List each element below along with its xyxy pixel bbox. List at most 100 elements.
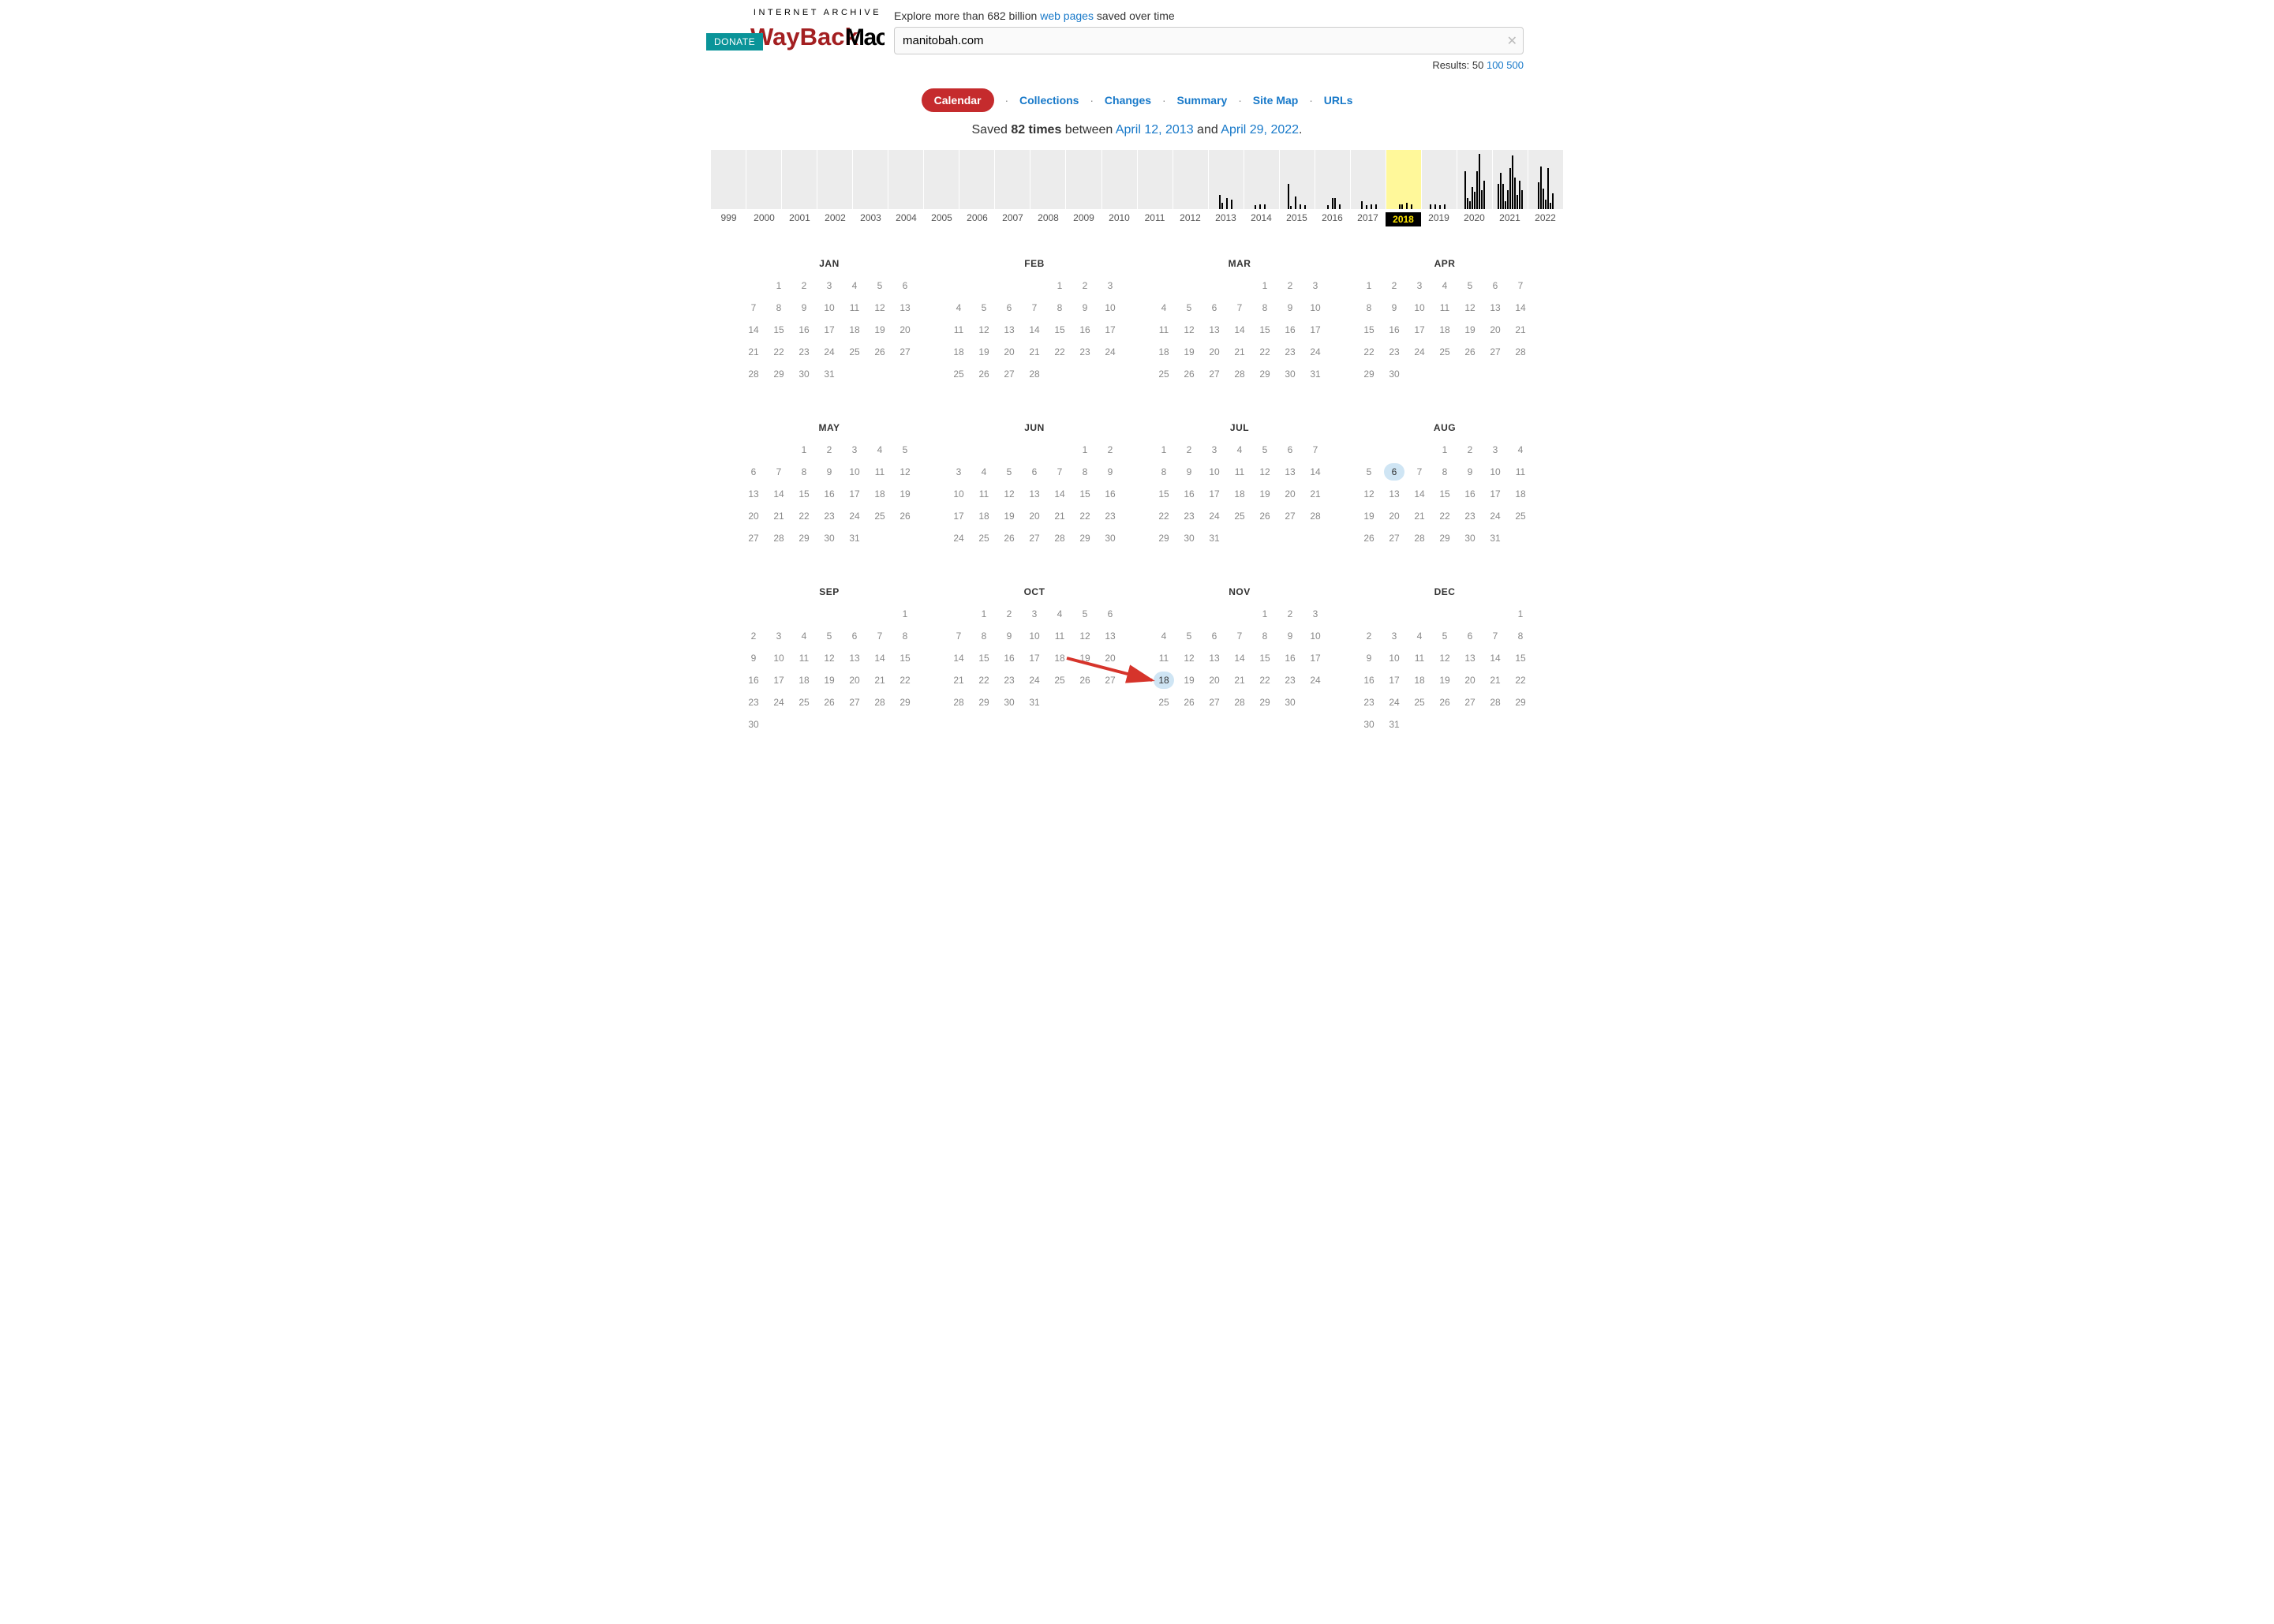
year-999[interactable] <box>711 150 746 209</box>
year-2018[interactable] <box>1386 150 1422 209</box>
day-jun-11: 11 <box>974 485 994 503</box>
year-label-2014[interactable]: 2014 <box>1244 212 1279 226</box>
year-2020[interactable] <box>1457 150 1493 209</box>
year-2003[interactable] <box>853 150 888 209</box>
year-label-2007[interactable]: 2007 <box>995 212 1030 226</box>
day-jun-17: 17 <box>948 507 969 525</box>
year-label-2016[interactable]: 2016 <box>1315 212 1350 226</box>
day-oct-10: 10 <box>1024 627 1045 645</box>
results-100-link[interactable]: 100 <box>1487 59 1504 71</box>
year-2021[interactable] <box>1493 150 1528 209</box>
year-sparkline[interactable] <box>711 150 1563 209</box>
day-may-12: 12 <box>895 463 915 481</box>
month-jul: JUL1234567891011121314151617181920212223… <box>1153 422 1326 547</box>
year-label-2006[interactable]: 2006 <box>959 212 995 226</box>
year-2000[interactable] <box>746 150 782 209</box>
wayback-logo[interactable]: INTERNET ARCHIVE WayBack Machine <box>750 8 885 54</box>
year-label-2002[interactable]: 2002 <box>817 212 853 226</box>
day-apr-12: 12 <box>1460 299 1480 316</box>
year-label-2019[interactable]: 2019 <box>1421 212 1457 226</box>
day-nov-8: 8 <box>1255 627 1275 645</box>
year-2001[interactable] <box>782 150 817 209</box>
year-label-2005[interactable]: 2005 <box>924 212 959 226</box>
year-2007[interactable] <box>995 150 1030 209</box>
year-label-2004[interactable]: 2004 <box>888 212 924 226</box>
year-label-2003[interactable]: 2003 <box>853 212 888 226</box>
year-2006[interactable] <box>959 150 995 209</box>
year-label-2000[interactable]: 2000 <box>746 212 782 226</box>
year-2015[interactable] <box>1280 150 1315 209</box>
day-feb-3: 3 <box>1100 277 1120 294</box>
year-2019[interactable] <box>1422 150 1457 209</box>
year-2002[interactable] <box>817 150 853 209</box>
tab-calendar[interactable]: Calendar <box>922 88 994 112</box>
year-2011[interactable] <box>1138 150 1173 209</box>
tab-collections[interactable]: Collections <box>1019 94 1079 107</box>
day-sep-11: 11 <box>794 649 814 667</box>
day-dec-6: 6 <box>1460 627 1480 645</box>
day-nov-18[interactable]: 18 <box>1154 672 1174 689</box>
year-label-2013[interactable]: 2013 <box>1208 212 1244 226</box>
day-may-6: 6 <box>743 463 764 481</box>
year-2010[interactable] <box>1102 150 1138 209</box>
day-feb-25: 25 <box>948 365 969 383</box>
day-jul-5: 5 <box>1255 441 1275 458</box>
day-jul-10: 10 <box>1204 463 1225 481</box>
year-label-2012[interactable]: 2012 <box>1173 212 1208 226</box>
year-label-2001[interactable]: 2001 <box>782 212 817 226</box>
donate-button[interactable]: DONATE <box>706 33 763 51</box>
year-label-2008[interactable]: 2008 <box>1030 212 1066 226</box>
day-may-7: 7 <box>769 463 789 481</box>
day-dec-28: 28 <box>1485 694 1505 711</box>
year-2014[interactable] <box>1244 150 1280 209</box>
year-label-2017[interactable]: 2017 <box>1350 212 1386 226</box>
year-label-2022[interactable]: 2022 <box>1528 212 1563 226</box>
day-feb-9: 9 <box>1075 299 1095 316</box>
year-2017[interactable] <box>1351 150 1386 209</box>
day-feb-28: 28 <box>1024 365 1045 383</box>
clear-search-icon[interactable]: ✕ <box>1507 33 1517 49</box>
last-capture-link[interactable]: April 29, 2022 <box>1221 123 1299 137</box>
year-label-2021[interactable]: 2021 <box>1492 212 1528 226</box>
year-2008[interactable] <box>1030 150 1066 209</box>
day-aug-20: 20 <box>1384 507 1404 525</box>
day-dec-17: 17 <box>1384 672 1404 689</box>
day-jan-4: 4 <box>844 277 865 294</box>
month-label: JUN <box>948 422 1121 433</box>
web-pages-link[interactable]: web pages <box>1040 9 1094 22</box>
year-label-2011[interactable]: 2011 <box>1137 212 1173 226</box>
day-jul-14: 14 <box>1305 463 1326 481</box>
year-label-999[interactable]: 999 <box>711 212 746 226</box>
tab-sitemap[interactable]: Site Map <box>1253 94 1299 107</box>
tab-urls[interactable]: URLs <box>1324 94 1353 107</box>
day-jan-5: 5 <box>870 277 890 294</box>
day-jul-18: 18 <box>1229 485 1250 503</box>
day-jun-5: 5 <box>999 463 1019 481</box>
day-nov-15: 15 <box>1255 649 1275 667</box>
url-search-input[interactable] <box>894 27 1524 54</box>
year-2005[interactable] <box>924 150 959 209</box>
results-500-link[interactable]: 500 <box>1506 59 1524 71</box>
month-may: MAY1234567891011121314151617181920212223… <box>742 422 916 547</box>
day-oct-24: 24 <box>1024 672 1045 689</box>
year-2013[interactable] <box>1209 150 1244 209</box>
year-2009[interactable] <box>1066 150 1101 209</box>
day-oct-6: 6 <box>1100 605 1120 623</box>
year-label-2009[interactable]: 2009 <box>1066 212 1101 226</box>
view-tabs: Calendar · Collections · Changes · Summa… <box>0 88 2274 112</box>
tab-changes[interactable]: Changes <box>1105 94 1151 107</box>
year-label-2018[interactable]: 2018 <box>1386 212 1421 226</box>
year-2004[interactable] <box>888 150 924 209</box>
first-capture-link[interactable]: April 12, 2013 <box>1116 123 1194 137</box>
day-jan-30: 30 <box>794 365 814 383</box>
year-2016[interactable] <box>1315 150 1351 209</box>
year-2022[interactable] <box>1528 150 1563 209</box>
year-2012[interactable] <box>1173 150 1209 209</box>
day-mar-23: 23 <box>1280 343 1300 361</box>
day-aug-6[interactable]: 6 <box>1384 463 1404 481</box>
year-label-2020[interactable]: 2020 <box>1457 212 1492 226</box>
year-label-2015[interactable]: 2015 <box>1279 212 1315 226</box>
tab-summary[interactable]: Summary <box>1177 94 1228 107</box>
day-jul-11: 11 <box>1229 463 1250 481</box>
year-label-2010[interactable]: 2010 <box>1101 212 1137 226</box>
